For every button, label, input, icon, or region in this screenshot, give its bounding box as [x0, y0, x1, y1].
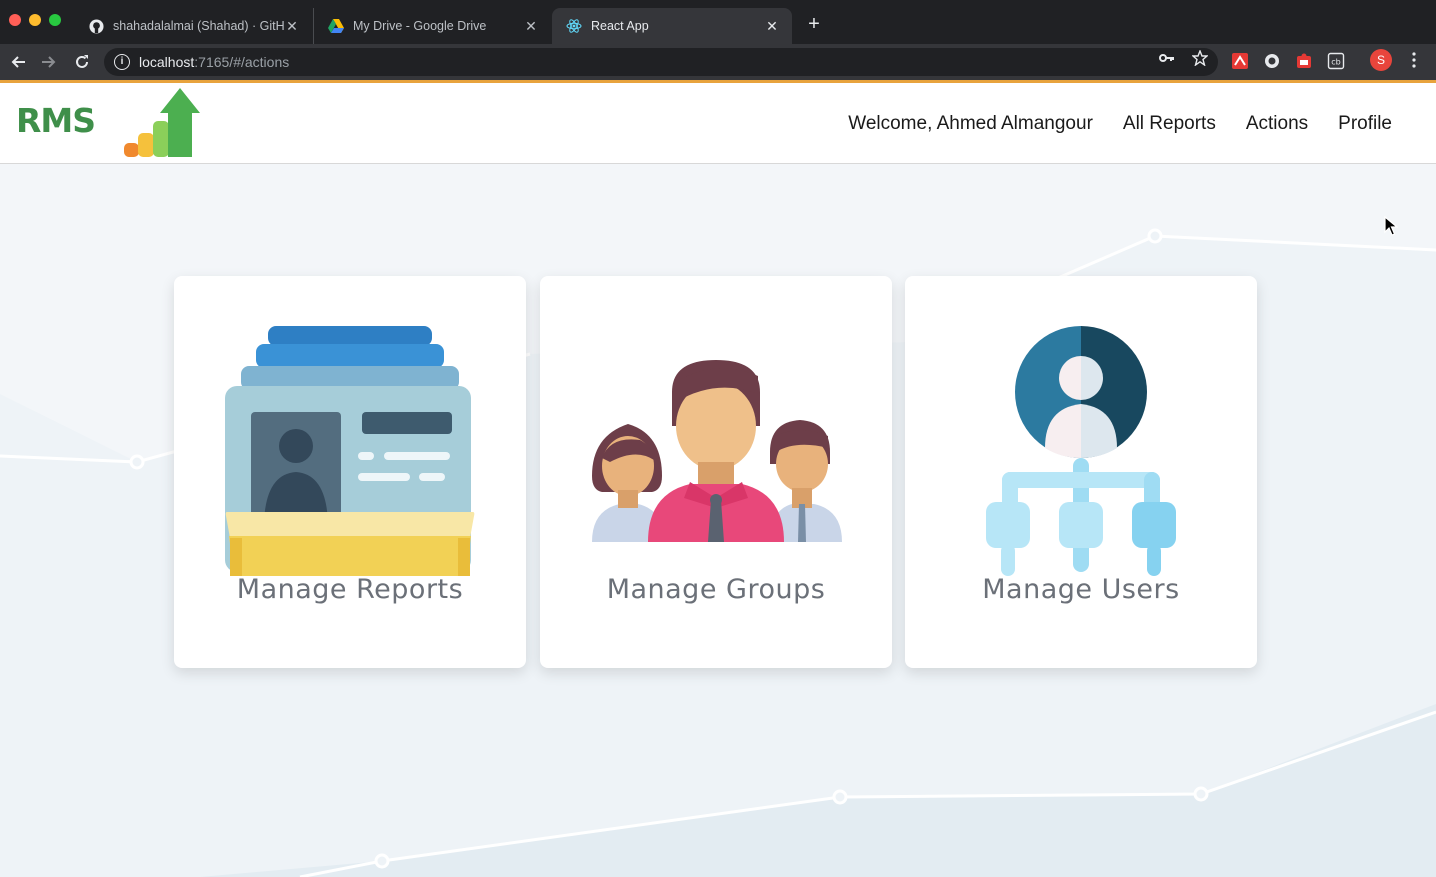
card-label: Manage Users: [982, 574, 1180, 605]
manage-reports-card[interactable]: Manage Reports: [174, 276, 526, 668]
circle-extension-icon[interactable]: [1263, 52, 1281, 70]
welcome-user-link[interactable]: Welcome, Ahmed Almangour: [848, 113, 1093, 135]
main-nav: Welcome, Ahmed Almangour All Reports Act…: [848, 83, 1436, 164]
card-label: Manage Groups: [606, 574, 826, 605]
close-tab-icon[interactable]: ✕: [764, 18, 780, 34]
browser-tab-react-app[interactable]: React App ✕: [552, 8, 792, 44]
manage-groups-card[interactable]: Manage Groups: [540, 276, 892, 668]
window-minimize-button[interactable]: [29, 14, 41, 26]
tab-title: React App: [591, 19, 649, 33]
nav-profile[interactable]: Profile: [1338, 113, 1392, 135]
react-icon: [566, 18, 582, 34]
code-extension-icon[interactable]: cb: [1327, 52, 1345, 70]
page-viewport: RMS Welcome, Ahmed Almangour All Reports…: [0, 80, 1436, 877]
browser-profile-avatar[interactable]: S: [1370, 49, 1392, 71]
svg-text:cb: cb: [1331, 58, 1340, 67]
address-path: :7165/#/actions: [194, 54, 290, 70]
reports-folder-icon: [225, 326, 475, 576]
nav-all-reports[interactable]: All Reports: [1123, 113, 1216, 135]
card-label: Manage Reports: [236, 574, 464, 605]
window-maximize-button[interactable]: [49, 14, 61, 26]
bookmark-star-icon[interactable]: [1192, 50, 1208, 66]
user-hierarchy-icon: [986, 326, 1176, 576]
app-header: RMS Welcome, Ahmed Almangour All Reports…: [0, 83, 1436, 164]
tab-title: My Drive - Google Drive: [353, 19, 487, 33]
address-bar[interactable]: i localhost:7165/#/actions: [104, 48, 1218, 76]
browser-toolbar: i localhost:7165/#/actions cb: [0, 44, 1436, 80]
manage-users-card[interactable]: Manage Users: [905, 276, 1257, 668]
group-people-icon: [592, 360, 842, 542]
mouse-cursor-icon: [1384, 216, 1398, 236]
growth-chart-logo-icon: [122, 87, 202, 164]
back-arrow-icon[interactable]: [6, 50, 30, 74]
address-host: localhost: [139, 54, 195, 70]
puzzle-extension-icon[interactable]: [1295, 52, 1313, 70]
actions-content-area: Manage Reports Manage Groups Manage User…: [0, 164, 1436, 877]
close-tab-icon[interactable]: ✕: [284, 18, 300, 34]
tab-title: shahadalalmai (Shahad) · GitHub: [113, 19, 284, 33]
window-close-button[interactable]: [9, 14, 21, 26]
rms-logo-text[interactable]: RMS: [16, 101, 96, 140]
browser-tab-google-drive[interactable]: My Drive - Google Drive ✕: [313, 8, 551, 44]
github-icon: [88, 18, 104, 34]
site-info-icon[interactable]: i: [114, 54, 130, 70]
key-icon[interactable]: [1159, 50, 1175, 66]
reload-icon[interactable]: [70, 50, 94, 74]
new-tab-button[interactable]: +: [803, 13, 825, 35]
google-drive-icon: [328, 18, 344, 34]
nav-actions[interactable]: Actions: [1246, 113, 1308, 135]
pdf-extension-icon[interactable]: [1231, 52, 1249, 70]
close-tab-icon[interactable]: ✕: [523, 18, 539, 34]
forward-arrow-icon[interactable]: [37, 50, 61, 74]
browser-menu-icon[interactable]: [1404, 50, 1424, 70]
browser-tab-github[interactable]: shahadalalmai (Shahad) · GitHub ✕: [74, 8, 312, 44]
browser-tab-strip: shahadalalmai (Shahad) · GitHub ✕ My Dri…: [0, 0, 1436, 44]
